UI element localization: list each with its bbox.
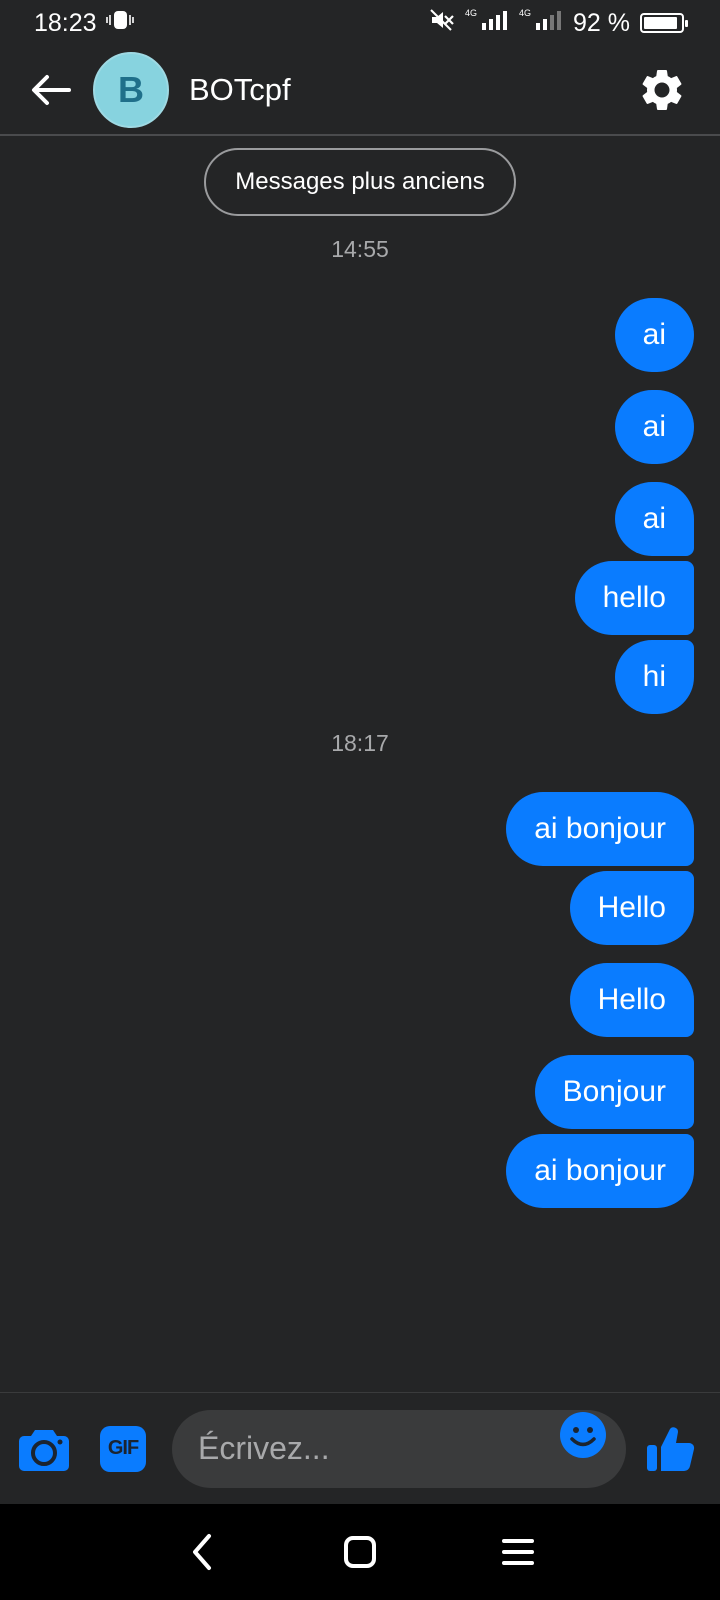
- older-messages-button[interactable]: Messages plus anciens: [204, 148, 516, 216]
- thumbs-up-icon: [647, 1426, 695, 1471]
- nav-menu-button[interactable]: [494, 1528, 542, 1576]
- emoji-button[interactable]: [558, 1410, 608, 1460]
- back-button[interactable]: [25, 64, 77, 116]
- signal-label-2: 4G: [519, 8, 532, 18]
- gif-button[interactable]: GIF: [100, 1425, 146, 1472]
- status-time: 18:23: [34, 8, 97, 37]
- menu-icon: [502, 1539, 534, 1565]
- message-bubble[interactable]: ai: [614, 390, 694, 464]
- camera-button[interactable]: [18, 1423, 70, 1475]
- message-bubble[interactable]: Hello: [569, 963, 694, 1037]
- message-bubble[interactable]: hello: [574, 561, 694, 635]
- camera-icon: [19, 1429, 69, 1471]
- timestamp: 18:17: [331, 730, 389, 756]
- signal-label-1: 4G: [464, 8, 477, 18]
- nav-back-button[interactable]: [178, 1528, 226, 1576]
- vibrate-icon: [105, 8, 135, 39]
- chat-header: B BOTcpf: [0, 46, 720, 136]
- battery-level: [644, 17, 678, 29]
- message-bubble[interactable]: ai bonjour: [506, 1134, 694, 1208]
- message-bubble[interactable]: hi: [614, 640, 694, 714]
- signal-weak-icon: [535, 9, 563, 38]
- message-bubble[interactable]: ai bonjour: [506, 792, 694, 866]
- message-bubble[interactable]: ai: [614, 482, 694, 556]
- system-nav-bar: [0, 1504, 720, 1600]
- status-left: 18:23: [34, 8, 135, 39]
- nav-home-button[interactable]: [336, 1528, 384, 1576]
- conversation[interactable]: Messages plus anciens 14:55 ai ai ai hel…: [0, 138, 720, 1392]
- avatar[interactable]: B: [93, 52, 169, 128]
- message-bubble[interactable]: Hello: [569, 871, 694, 945]
- signal-icon: [481, 9, 509, 38]
- chevron-left-icon: [193, 1534, 211, 1570]
- mute-icon: [429, 8, 455, 39]
- avatar-letter: B: [118, 69, 144, 110]
- gif-label: GIF: [107, 1437, 139, 1459]
- gear-icon: [642, 69, 682, 110]
- arrow-left-icon: [32, 75, 71, 105]
- message-bubble[interactable]: ai: [614, 298, 694, 372]
- battery-percent: 92 %: [573, 8, 630, 37]
- like-button[interactable]: [642, 1421, 698, 1477]
- smiley-icon: [560, 1412, 606, 1458]
- status-bar: 18:23 4G 4G 92 %: [0, 0, 720, 46]
- messenger-screen: 18:23 4G 4G 92 % B BOTcpf Messages plus …: [0, 0, 720, 1600]
- message-bubble[interactable]: Bonjour: [534, 1055, 694, 1129]
- timestamp: 14:55: [331, 236, 389, 262]
- settings-button[interactable]: [634, 62, 690, 118]
- composer: GIF: [0, 1392, 720, 1504]
- battery-icon: [640, 13, 688, 33]
- contact-name[interactable]: BOTcpf: [189, 72, 634, 108]
- status-right: 4G 4G 92 %: [429, 8, 688, 39]
- square-icon: [344, 1536, 376, 1568]
